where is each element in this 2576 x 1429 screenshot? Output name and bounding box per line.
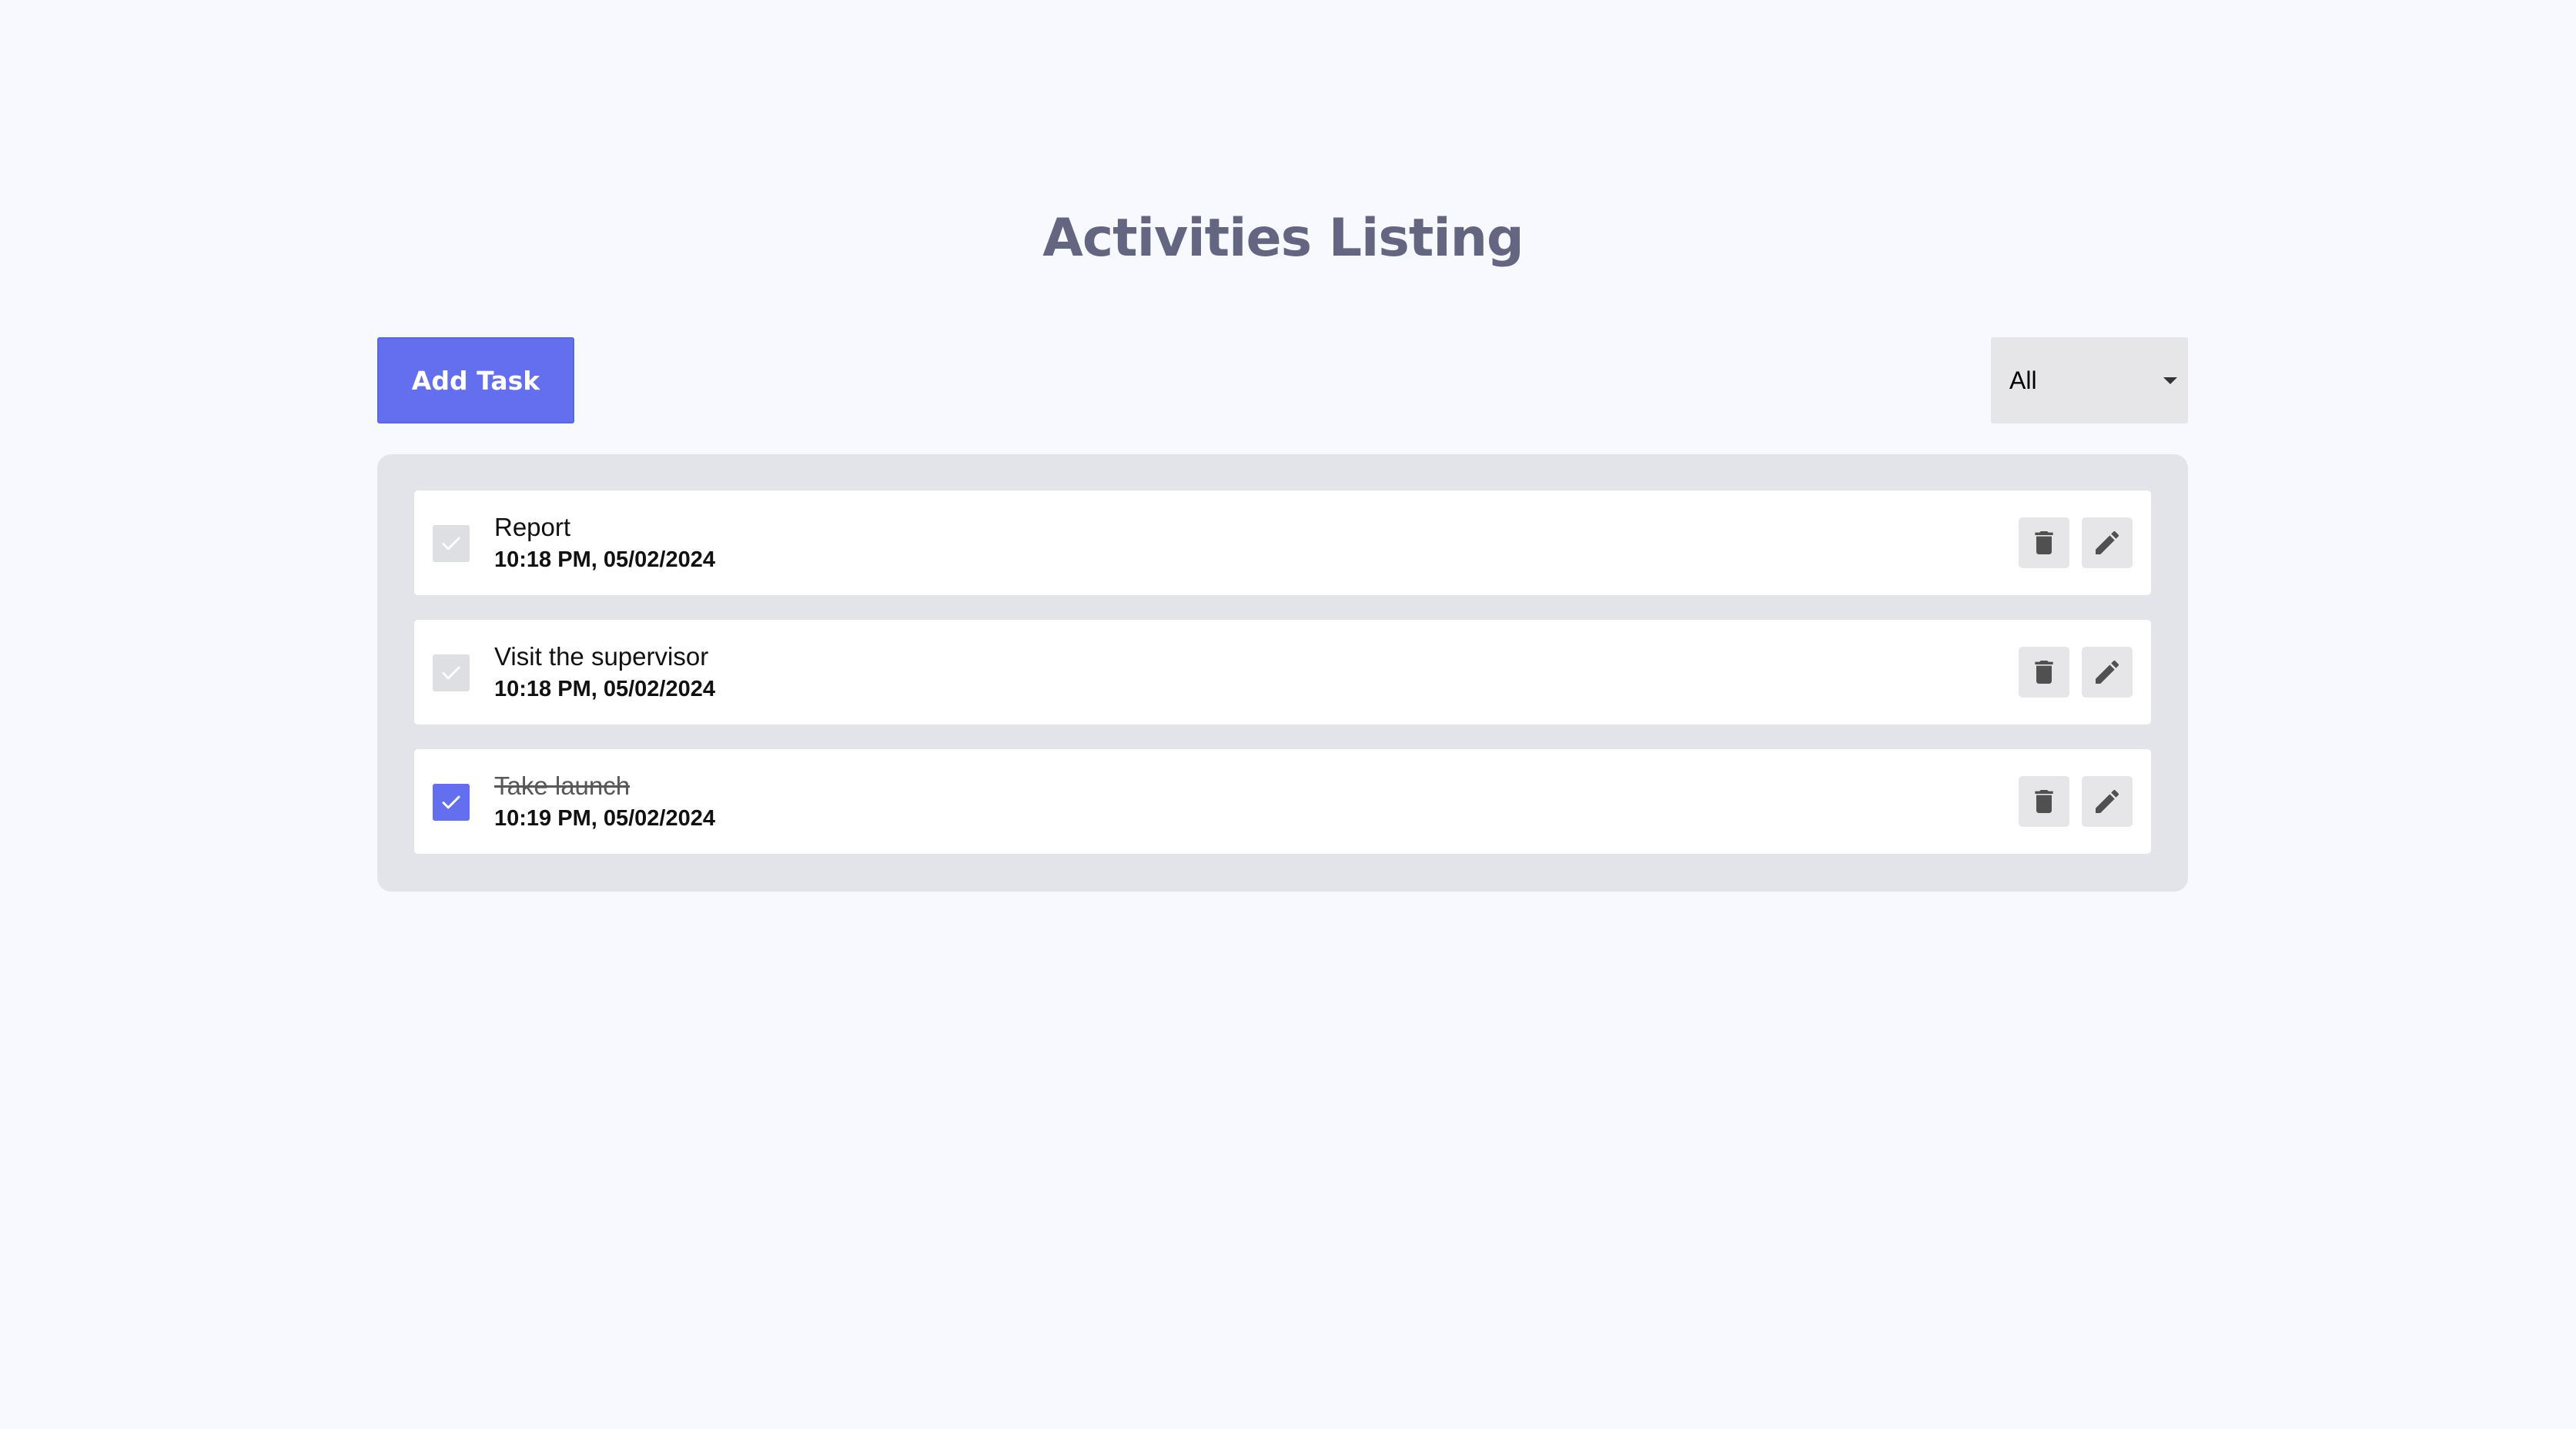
trash-icon	[2035, 661, 2053, 684]
pencil-icon	[2096, 789, 2119, 813]
task-title: Visit the supervisor	[494, 642, 709, 671]
filter-selected-value: All	[2009, 366, 2037, 394]
check-icon	[442, 537, 460, 551]
check-icon	[442, 666, 460, 680]
task-item: Take launch 10:19 PM, 05/02/2024	[414, 749, 2151, 854]
task-text: Take launch 10:19 PM, 05/02/2024	[494, 771, 715, 834]
task-timestamp: 10:19 PM, 05/02/2024	[494, 806, 715, 831]
edit-button[interactable]	[2082, 647, 2133, 698]
task-item: Report 10:18 PM, 05/02/2024	[414, 490, 2151, 595]
pencil-icon	[2096, 530, 2119, 554]
add-task-button[interactable]: Add Task	[377, 337, 574, 423]
task-text: Visit the supervisor 10:18 PM, 05/02/202…	[494, 641, 715, 704]
page-title: Activities Listing	[1042, 208, 1524, 269]
task-list: Report 10:18 PM, 05/02/2024 Visit the su…	[377, 454, 2188, 892]
task-checkbox[interactable]	[433, 784, 470, 821]
trash-icon	[2035, 531, 2053, 554]
edit-button[interactable]	[2082, 776, 2133, 827]
task-text: Report 10:18 PM, 05/02/2024	[494, 512, 715, 575]
task-title: Take launch	[494, 771, 631, 800]
task-timestamp: 10:18 PM, 05/02/2024	[494, 547, 715, 572]
task-title: Report	[494, 513, 571, 541]
delete-button[interactable]	[2019, 776, 2069, 827]
pencil-icon	[2096, 660, 2119, 684]
task-checkbox[interactable]	[433, 654, 470, 691]
check-icon	[442, 795, 460, 809]
chevron-down-icon	[2163, 377, 2177, 384]
edit-button[interactable]	[2082, 517, 2133, 568]
task-checkbox[interactable]	[433, 525, 470, 562]
delete-button[interactable]	[2019, 647, 2069, 698]
status-filter-select[interactable]: All	[1991, 337, 2188, 423]
task-timestamp: 10:18 PM, 05/02/2024	[494, 677, 715, 701]
delete-button[interactable]	[2019, 517, 2069, 568]
trash-icon	[2035, 790, 2053, 813]
task-item: Visit the supervisor 10:18 PM, 05/02/202…	[414, 620, 2151, 725]
